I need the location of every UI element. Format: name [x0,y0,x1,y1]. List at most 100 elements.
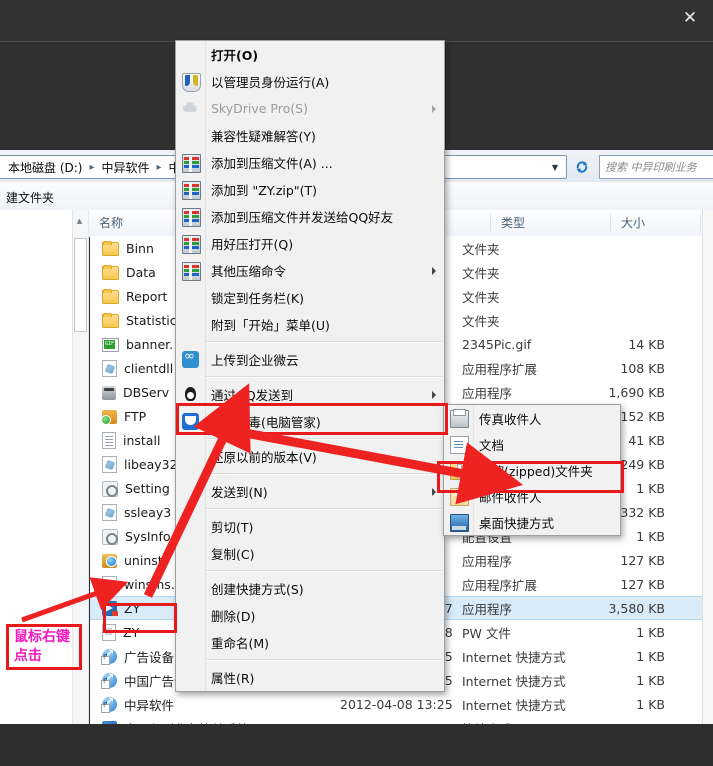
table-row[interactable]: 中异印刷业务接单系统 2017-06-06 12:51快捷方式1 KB [90,716,702,724]
file-date-cell: 2017-06-06 12:51 [340,721,460,725]
file-name-label: Report [126,288,168,304]
chevron-down-icon[interactable]: ▼ [545,157,565,177]
file-type-cell: 应用程序 [462,553,513,569]
column-divider-4[interactable] [700,214,701,231]
context-menu-item[interactable]: 锁定到任务栏(K) [176,284,444,311]
submenu-item[interactable]: 压缩(zipped)文件夹 [444,457,620,483]
cfg-icon [102,528,118,545]
context-menu-item[interactable]: 删除(D) [176,602,444,629]
file-type-cell: 文件夹 [462,241,500,257]
context-menu-item[interactable]: 重命名(M) [176,629,444,656]
zip-icon [450,462,469,480]
context-menu-item[interactable]: 上传到企业微云 [176,346,444,373]
context-menu[interactable]: 打开(O) 以管理员身份运行(A) SkyDrive Pro(S) 兼容性疑难解答(Y… [175,40,445,692]
pane-splitter[interactable] [88,210,89,724]
context-menu-item[interactable]: 附到「开始」菜单(U) [176,311,444,338]
context-menu-item[interactable]: 以管理员身份运行(A) [176,68,444,95]
file-size-cell: 1 KB [636,672,665,688]
file-list-scrollbar[interactable] [702,210,713,724]
context-menu-item[interactable]: 用好压打开(Q) [176,230,444,257]
column-header-type[interactable]: 类型 [492,210,617,235]
breadcrumb-item-0[interactable]: 本地磁盘 (D:) [6,159,84,175]
send-to-submenu[interactable]: 传真收件人 文档 压缩(zipped)文件夹 邮件收件人 桌面快捷方式 [443,404,621,536]
column-header-size[interactable]: 大小 [612,210,702,235]
folder-icon [102,289,119,304]
file-type-cell: PW 文件 [462,625,511,641]
context-menu-item[interactable]: 发送到(N) [176,478,444,505]
submenu-item[interactable]: 文档 [444,431,620,457]
context-menu-item[interactable]: 添加到压缩文件(A) ... [176,149,444,176]
menu-separator [206,341,442,343]
file-date-cell: 2012-04-08 13:25 [340,696,453,712]
column-divider-3[interactable] [610,214,611,231]
file-size-cell: 108 KB [620,360,665,376]
context-menu-item[interactable]: 通过QQ发送到 [176,381,444,408]
file-type-cell: Internet 快捷方式 [462,673,566,689]
window-titlebar: ✕ [0,0,713,42]
file-size-cell: 1 KB [587,721,665,725]
context-menu-item[interactable]: 属性(R) [176,664,444,691]
refresh-icon[interactable] [569,155,595,179]
file-name-cell[interactable]: 中异软件 [90,695,340,714]
context-menu-item-label: 属性(R) [211,671,255,686]
context-menu-item[interactable]: 兼容性疑难解答(Y) [176,122,444,149]
column-divider-2[interactable] [490,214,491,231]
file-name-label: Data [126,264,156,280]
context-menu-item-label: 复制(C) [211,547,255,562]
folder-icon [102,313,119,328]
rar-icon [182,181,201,200]
close-icon[interactable]: ✕ [673,4,707,32]
table-row[interactable]: 中异软件 2012-04-08 13:25 Internet 快捷方式 1 KB [90,692,702,716]
rar-icon [182,235,201,254]
context-menu-item-label: 还原以前的版本(V) [211,450,317,465]
cfg-icon [102,480,118,497]
context-menu-item-label: 打开(O) [211,48,259,63]
context-menu-item[interactable]: 添加到 "ZY.zip"(T) [176,176,444,203]
db-icon [102,385,116,400]
file-name-label: 中异软件 [124,697,175,713]
file-type-cell: 文件夹 [462,313,500,329]
context-menu-item-label: 锁定到任务栏(K) [211,291,304,306]
shortcut-arrow-icon [101,652,110,665]
context-menu-item[interactable]: 扫描病毒(电脑管家) [176,408,444,435]
file-name-label: libeay32 [124,456,178,472]
context-menu-item[interactable]: SkyDrive Pro(S) [176,95,444,122]
file-name-cell[interactable]: 中异印刷业务接单系统 [90,719,340,724]
gif-icon [102,338,119,352]
context-menu-item[interactable]: 复制(C) [176,540,444,567]
context-menu-item[interactable]: 其他压缩命令 [176,257,444,284]
context-menu-item[interactable]: 添加到压缩文件并发送给QQ好友 [176,203,444,230]
search-input[interactable]: 搜索 中异印刷业务 [599,155,713,179]
chevron-up-icon[interactable]: ▲ [74,213,85,229]
file-type-cell: 文件夹 [462,289,500,305]
file-type-cell: 应用程序 [462,385,513,401]
submenu-item[interactable]: 邮件收件人 [444,483,620,509]
context-menu-item[interactable]: 还原以前的版本(V) [176,443,444,470]
zy-icon [102,601,118,616]
file-type-cell: 应用程序 [462,601,513,617]
file-name-label: Setting [125,480,170,496]
context-menu-item[interactable]: 打开(O) [176,41,444,68]
breadcrumb-item-1[interactable]: 中异软件 [100,159,152,175]
desktop-icon [450,514,469,532]
file-type-cell: Internet 快捷方式 [462,649,566,665]
file-name-label: Binn [126,240,154,256]
context-menu-item[interactable]: 剪切(T) [176,513,444,540]
pw-icon [102,624,116,641]
qq-icon [182,386,199,403]
menu-separator [206,438,442,440]
submenu-item[interactable]: 传真收件人 [444,405,620,431]
file-size-cell: 3,580 KB [608,600,665,616]
submenu-item[interactable]: 桌面快捷方式 [444,509,620,535]
ftp-icon [101,409,117,424]
shortcut-arrow-icon [101,700,110,713]
context-menu-item-label: 发送到(N) [211,485,268,500]
rar-icon [182,208,201,227]
new-folder-button[interactable]: 建文件夹 [0,186,60,209]
context-menu-item[interactable]: 创建快捷方式(S) [176,575,444,602]
file-name-label: winsms. [124,576,175,592]
navigation-scrollbar-thumb[interactable] [74,238,87,332]
chevron-right-icon [432,105,436,113]
file-name-label: ssleay3 [124,504,172,520]
overlay-badge-icon [112,611,118,616]
